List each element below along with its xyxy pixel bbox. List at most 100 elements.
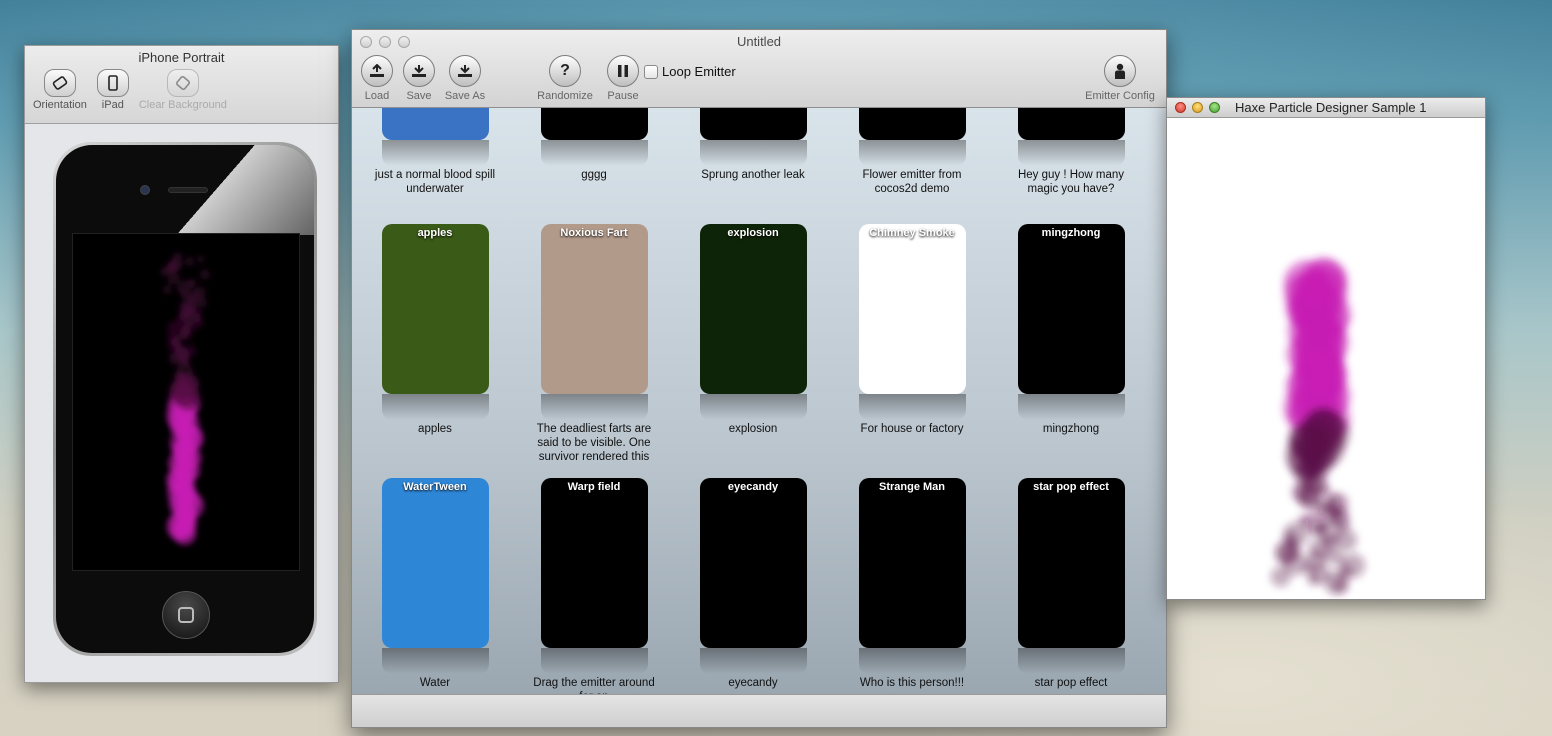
home-button[interactable] xyxy=(162,591,210,639)
emitter-caption: eyecandy xyxy=(728,677,778,689)
emitter-thumbnail[interactable]: Warp field xyxy=(540,478,648,648)
emitter-config-button[interactable]: Emitter Config xyxy=(1078,55,1162,102)
emitter-caption: For house or factory xyxy=(860,423,964,435)
load-label: Load xyxy=(364,90,390,102)
emitter-card[interactable]: mingzhong mingzhong xyxy=(1006,224,1136,464)
emitter-thumbnail[interactable]: star pop effect xyxy=(1017,478,1125,648)
emitter-card[interactable]: Strange Man Who is this person!!! xyxy=(847,478,977,696)
particle xyxy=(184,256,195,267)
iphone-device xyxy=(53,142,317,656)
iphone-body xyxy=(56,145,314,653)
emitter-card[interactable]: Hey guy ! How many magic you have? xyxy=(1006,108,1136,210)
clear-background-button[interactable]: Clear Background xyxy=(139,69,227,111)
emitter-card[interactable]: Noxious Fart The deadliest farts are said… xyxy=(529,224,659,464)
randomize-button[interactable]: ? Randomize xyxy=(535,55,595,102)
emitter-card[interactable]: just a normal blood spill underwater xyxy=(370,108,500,210)
main-window-titlebar[interactable]: Untitled Load Save Save As ? Randomize P… xyxy=(352,30,1166,108)
particle xyxy=(172,251,183,262)
iphone-window-titlebar[interactable]: iPhone Portrait Orientation iPad Clear B… xyxy=(25,46,338,124)
emitter-card[interactable]: WaterTween Water xyxy=(370,478,500,696)
emitter-caption: Sprung another leak xyxy=(701,169,805,181)
minimize-button[interactable] xyxy=(379,36,391,48)
emitter-thumbnail[interactable]: explosion xyxy=(699,224,807,394)
emitter-caption: Drag the emitter around for an xyxy=(533,677,655,696)
particle xyxy=(199,269,211,280)
emitter-thumbnail[interactable] xyxy=(1017,108,1125,140)
orientation-button[interactable]: Orientation xyxy=(33,69,87,111)
haxe-particle-canvas[interactable] xyxy=(1167,118,1485,599)
loop-emitter-checkbox[interactable]: Loop Emitter xyxy=(644,64,736,79)
camera-icon xyxy=(140,185,150,195)
close-button[interactable] xyxy=(360,36,372,48)
main-window-statusbar xyxy=(352,694,1166,727)
emitter-card[interactable]: Chimney Smoke For house or factory xyxy=(847,224,977,464)
clear-background-label: Clear Background xyxy=(138,99,227,111)
emitter-thumbnail[interactable] xyxy=(540,108,648,140)
emitter-gallery[interactable]: just a normal blood spill underwater gggg… xyxy=(352,108,1166,696)
particle xyxy=(188,278,196,286)
emitter-thumbnail[interactable]: Strange Man xyxy=(858,478,966,648)
emitter-card[interactable]: explosion explosion xyxy=(688,224,818,464)
person-icon xyxy=(1104,55,1136,87)
emitter-caption: just a normal blood spill underwater xyxy=(374,169,496,195)
emitter-card[interactable]: Sprung another leak xyxy=(688,108,818,210)
emitter-card[interactable]: star pop effect star pop effect xyxy=(1006,478,1136,696)
emitter-thumbnail[interactable]: eyecandy xyxy=(699,478,807,648)
emitter-thumbnail[interactable]: Noxious Fart xyxy=(540,224,648,394)
thumbnail-reflection xyxy=(1017,140,1125,166)
save-icon xyxy=(403,55,435,87)
emitter-card[interactable]: eyecandy eyecandy xyxy=(688,478,818,696)
thumbnail-reflection xyxy=(858,140,966,166)
close-button[interactable] xyxy=(1175,102,1186,113)
pause-button[interactable]: Pause xyxy=(598,55,648,102)
thumbnail-reflection xyxy=(381,648,489,674)
minimize-button[interactable] xyxy=(1192,102,1203,113)
zoom-button[interactable] xyxy=(398,36,410,48)
emitter-thumbnail[interactable] xyxy=(381,108,489,140)
pause-label: Pause xyxy=(607,90,639,102)
haxe-window-titlebar[interactable]: Haxe Particle Designer Sample 1 xyxy=(1167,98,1485,118)
particle xyxy=(1270,566,1291,587)
load-icon xyxy=(361,55,393,87)
haxe-window-title: Haxe Particle Designer Sample 1 xyxy=(1235,100,1427,115)
emitter-card[interactable]: Flower emitter from cocos2d demo xyxy=(847,108,977,210)
save-as-icon xyxy=(449,55,481,87)
main-toolbar: Load Save Save As ? Randomize Pause Loop… xyxy=(360,55,1158,105)
thumbnail-reflection xyxy=(699,648,807,674)
emitter-card[interactable]: Warp field Drag the emitter around for an xyxy=(529,478,659,696)
particle xyxy=(1307,573,1320,586)
particle xyxy=(184,345,196,357)
emitter-card[interactable]: gggg xyxy=(529,108,659,210)
save-as-label: Save As xyxy=(444,90,486,102)
emitter-thumbnail-title: Noxious Fart xyxy=(560,227,628,239)
thumbnail-reflection xyxy=(540,394,648,420)
emitter-thumbnail-title: eyecandy xyxy=(727,481,779,493)
save-label: Save xyxy=(406,90,432,102)
iphone-screen[interactable] xyxy=(72,233,300,571)
save-as-button[interactable]: Save As xyxy=(440,55,490,102)
emitter-thumbnail[interactable]: Chimney Smoke xyxy=(858,224,966,394)
emitter-thumbnail-title: apples xyxy=(417,227,453,239)
phone-particle-preview xyxy=(159,251,211,546)
emitter-thumbnail[interactable] xyxy=(858,108,966,140)
particle xyxy=(176,365,183,372)
question-mark-icon: ? xyxy=(549,55,581,87)
emitter-caption: gggg xyxy=(581,169,607,181)
thumbnail-reflection xyxy=(540,648,648,674)
ipad-button[interactable]: iPad xyxy=(96,69,129,111)
emitter-card[interactable]: apples apples xyxy=(370,224,500,464)
checkbox-icon[interactable] xyxy=(644,64,658,79)
emitter-thumbnail[interactable]: WaterTween xyxy=(381,478,489,648)
emitter-config-label: Emitter Config xyxy=(1085,90,1155,102)
save-button[interactable]: Save xyxy=(394,55,444,102)
emitter-thumbnail[interactable]: mingzhong xyxy=(1017,224,1125,394)
thumbnail-reflection xyxy=(699,140,807,166)
emitter-thumbnail[interactable]: apples xyxy=(381,224,489,394)
thumbnail-reflection xyxy=(540,140,648,166)
haxe-window-controls xyxy=(1175,102,1220,113)
emitter-thumbnail[interactable] xyxy=(699,108,807,140)
particle xyxy=(174,273,181,280)
zoom-button[interactable] xyxy=(1209,102,1220,113)
iphone-toolbar: Orientation iPad Clear Background xyxy=(25,65,338,111)
emitter-caption: Hey guy ! How many magic you have? xyxy=(1017,169,1125,195)
